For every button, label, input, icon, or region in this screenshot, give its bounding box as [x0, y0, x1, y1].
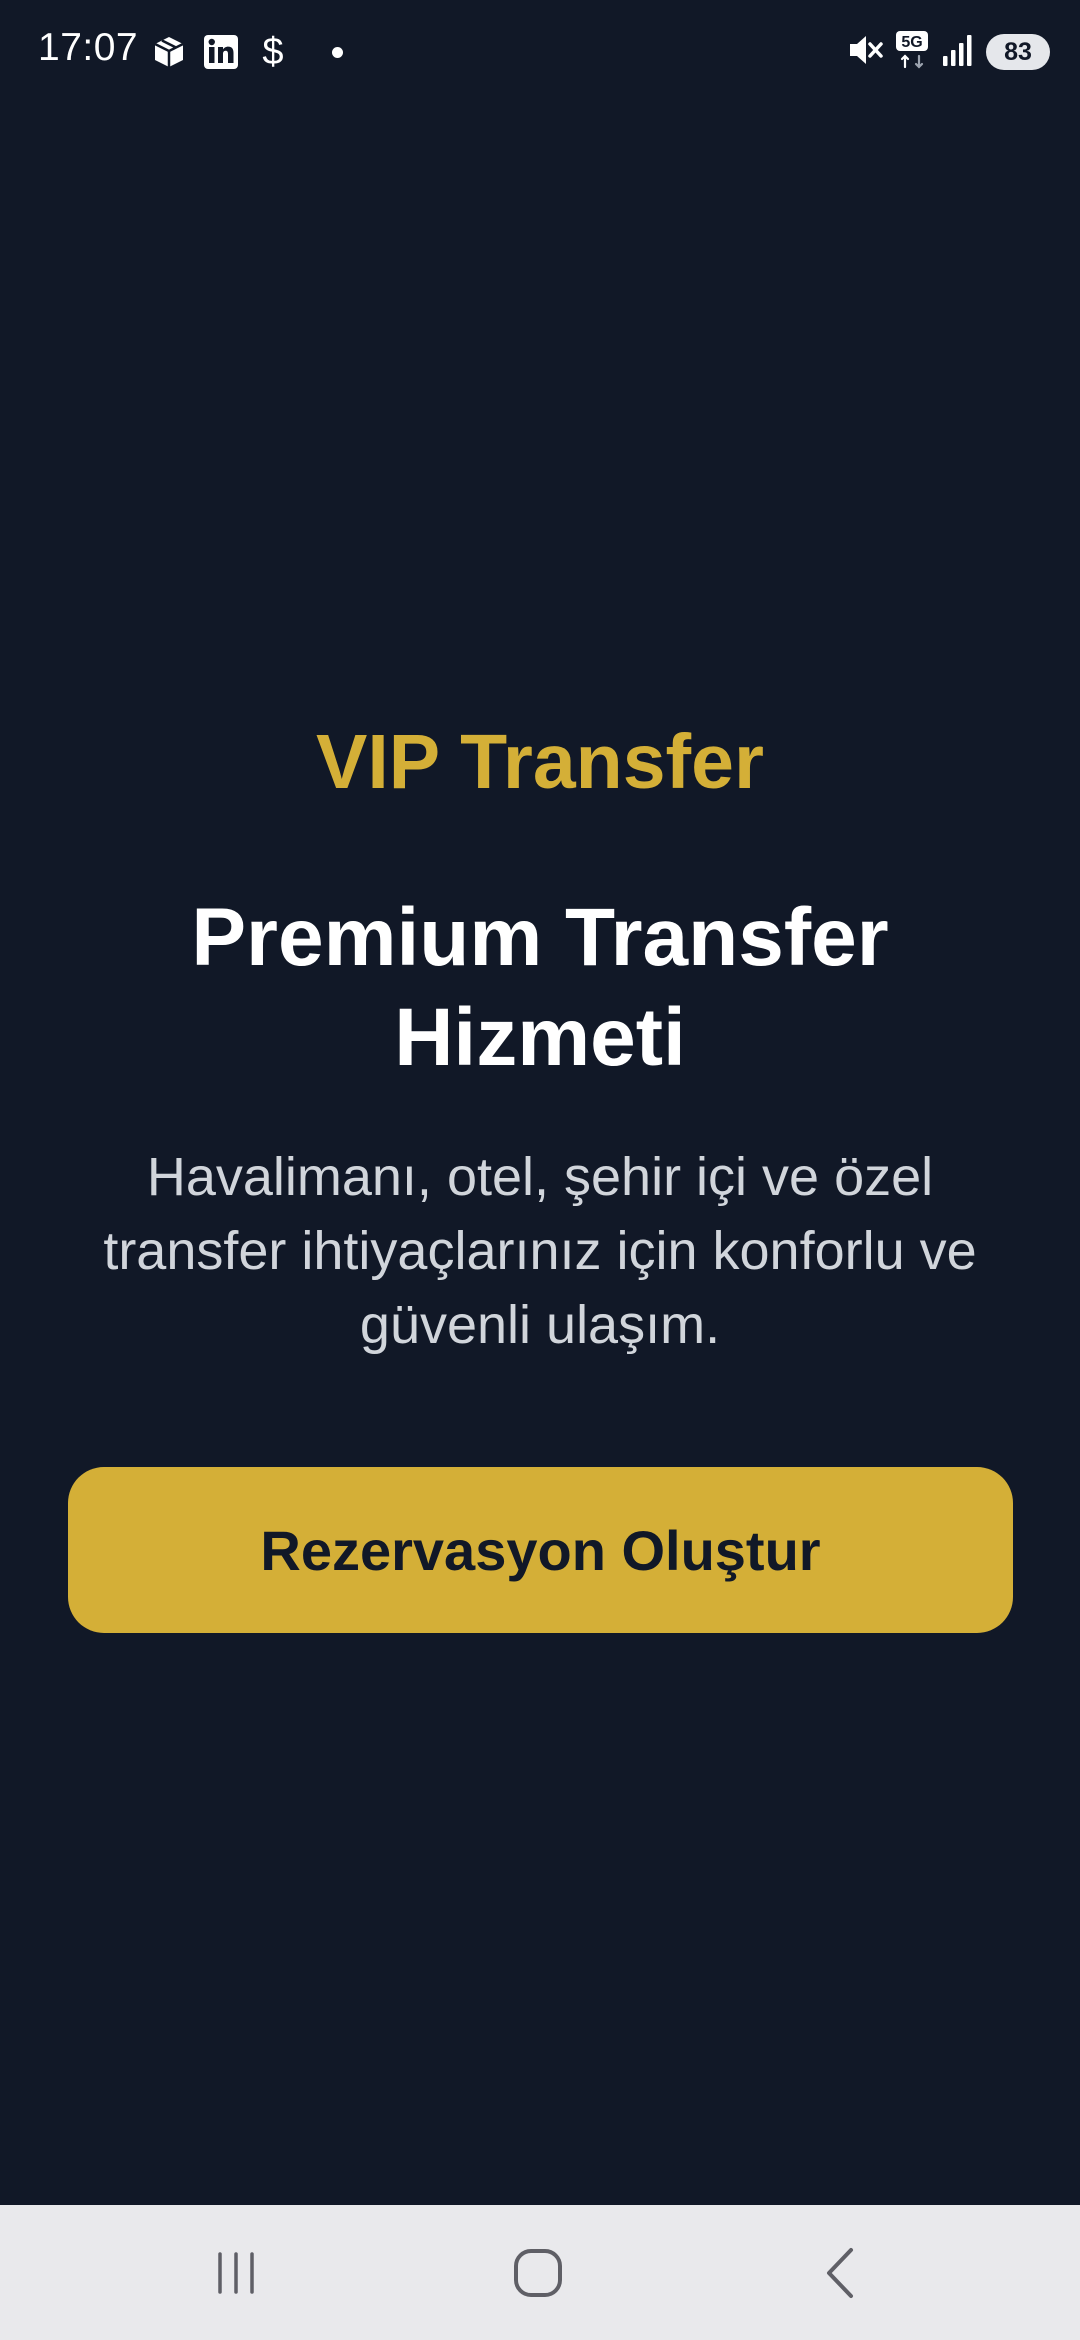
- linkedin-icon: [202, 33, 240, 71]
- signal-icon: [940, 32, 976, 73]
- headline: Premium Transfer Hizmeti: [191, 892, 889, 1083]
- home-icon: [514, 2248, 562, 2297]
- 5g-icon: 5G: [894, 30, 930, 75]
- package-icon: [150, 33, 188, 71]
- notification-dot: [332, 46, 343, 58]
- brand-title: VIP Transfer: [316, 719, 764, 805]
- status-bar: 17:07 $ 5G 83: [0, 0, 1080, 100]
- status-right-icons: 5G 83: [846, 30, 1050, 74]
- recents-icon: [218, 2251, 254, 2294]
- back-button[interactable]: [740, 2205, 940, 2340]
- home-button[interactable]: [438, 2205, 638, 2340]
- dollar-icon: $: [262, 31, 284, 73]
- recents-button[interactable]: [136, 2205, 336, 2340]
- status-time: 17:07: [38, 26, 139, 69]
- app-screen: 17:07 $ 5G 83 VIP Transfer Premium Trans…: [0, 0, 1080, 2340]
- subtitle: Havalimanı, otel, şehir içi ve özel tran…: [103, 1147, 977, 1355]
- back-icon: [827, 2247, 853, 2298]
- system-nav-bar: [0, 2205, 1080, 2340]
- battery-icon: 83: [986, 34, 1050, 70]
- create-reservation-button[interactable]: Rezervasyon Oluştur: [68, 1467, 1013, 1633]
- status-left-icons: $: [150, 30, 343, 74]
- 5g-label: 5G: [901, 34, 922, 51]
- mute-icon: [846, 31, 884, 74]
